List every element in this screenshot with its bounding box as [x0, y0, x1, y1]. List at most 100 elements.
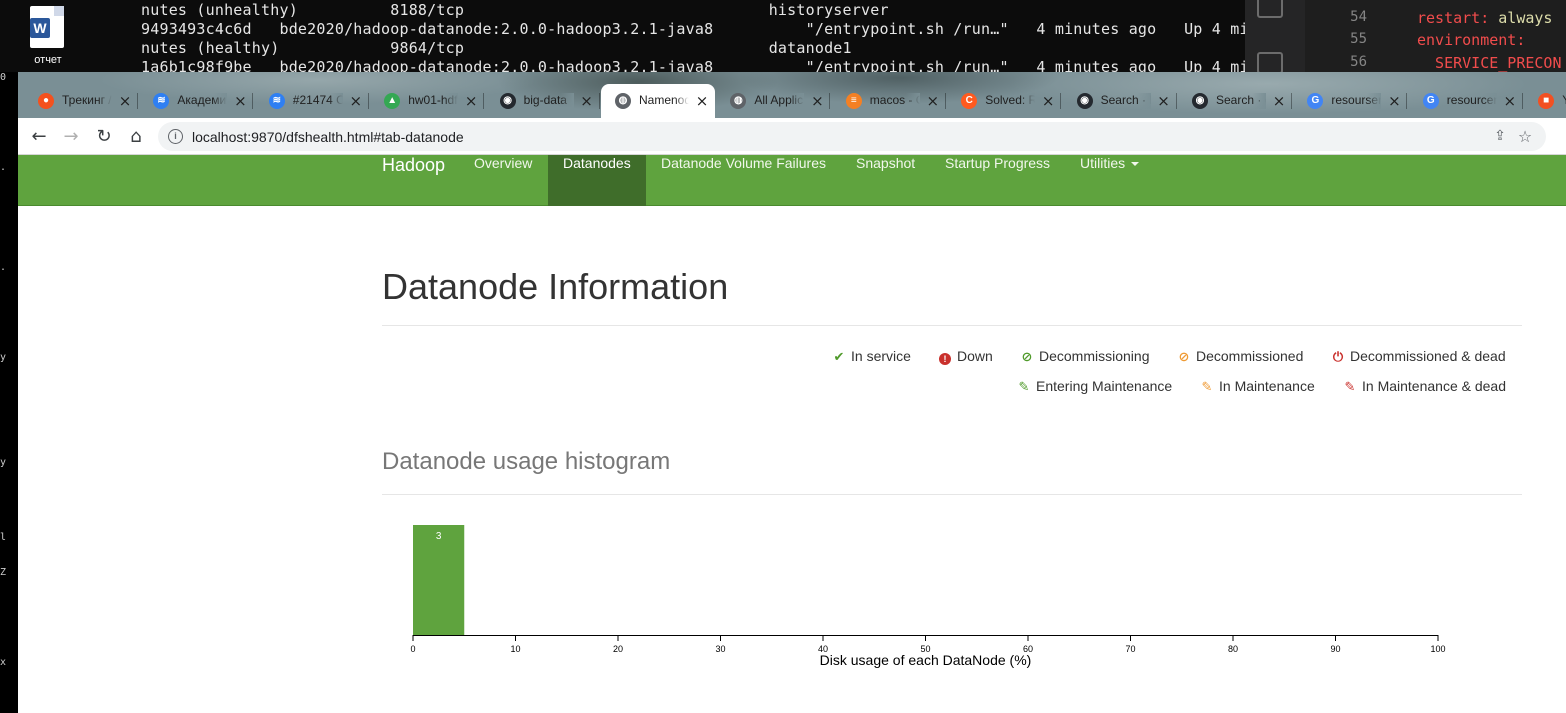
tab-title: Трекинг /: [62, 93, 112, 109]
url-text[interactable]: localhost:9870/dfshealth.html#tab-datano…: [192, 129, 464, 145]
browser-window: ● Трекинг / × ≋ Академия × ≋ #21474 С × ▲ hw01-hd…: [18, 72, 1566, 713]
close-tab-icon[interactable]: ×: [464, 93, 478, 109]
tab-title: macos - C: [869, 93, 920, 109]
code-line: restart: always: [1417, 9, 1552, 27]
caret-down-icon: [1131, 162, 1140, 167]
hadoop-navbar: Hadoop Overview Datanodes Datanode Volum…: [18, 155, 1566, 206]
close-tab-icon[interactable]: ×: [580, 93, 594, 109]
browser-tab[interactable]: Gresourcer ×: [1409, 84, 1523, 118]
x-tick-label: 70: [1125, 644, 1135, 654]
line-number: 56: [1350, 54, 1367, 70]
home-button[interactable]: ⌂: [123, 124, 149, 150]
bookmark-star-icon[interactable]: ☆: [1516, 127, 1534, 146]
browser-tab[interactable]: ≡ macos - C ×: [832, 84, 946, 118]
yaml-key: environment:: [1417, 31, 1526, 49]
legend-in-service: ✔ In service: [831, 348, 911, 366]
legend-entering-maintenance: ✎ Entering Maintenance: [1016, 378, 1173, 396]
close-tab-icon[interactable]: ×: [1157, 93, 1171, 109]
browser-tab[interactable]: ◉ Search · c ×: [1178, 84, 1292, 118]
github-favicon: ◉: [1192, 93, 1208, 109]
nav-snapshot[interactable]: Snapshot: [841, 155, 930, 206]
terminal-line: 9493493c4c6d bde2020/hadoop-datanode:2.0…: [141, 20, 1245, 38]
legend-in-maintenance: ✎ In Maintenance: [1199, 378, 1315, 396]
legend-decommissioning: ⊘ Decommissioning: [1019, 348, 1150, 366]
github-favicon: ◉: [499, 93, 516, 109]
terminal-window: nutes (unhealthy) 8188/tcp historyserver…: [130, 0, 1245, 72]
tab-strip: ● Трекинг / × ≋ Академия × ≋ #21474 С × ▲ hw01-hd…: [18, 72, 1566, 118]
desktop-strip-glyph: .: [0, 162, 7, 173]
browser-tab[interactable]: ≋ Академия ×: [139, 84, 254, 118]
microsoft-favicon: ■: [1538, 93, 1555, 109]
word-file-icon: W: [30, 6, 64, 48]
reload-button[interactable]: ↻: [91, 124, 117, 150]
yaml-key: SERVICE_PRECON: [1417, 54, 1562, 72]
remote-explorer-icon[interactable]: [1257, 52, 1283, 72]
address-bar[interactable]: i localhost:9870/dfshealth.html#tab-data…: [158, 122, 1546, 151]
wrench-icon: ✎: [1201, 380, 1213, 395]
share-icon[interactable]: ⇪: [1492, 128, 1508, 144]
legend-label: Decommissioning: [1039, 348, 1150, 364]
shortcut-label: отчет: [34, 54, 62, 66]
close-tab-icon[interactable]: ×: [1041, 93, 1055, 109]
browser-tab[interactable]: ■ Yo: [1524, 84, 1566, 118]
back-button[interactable]: ←: [26, 124, 52, 150]
legend-label: In service: [851, 348, 911, 364]
nav-startup-progress[interactable]: Startup Progress: [930, 155, 1065, 206]
browser-tab[interactable]: ◉ big-data ×: [486, 84, 600, 118]
tab-title: Академия: [177, 93, 228, 109]
hadoop-brand[interactable]: Hadoop: [382, 155, 445, 206]
nav-datanode-volume-failures[interactable]: Datanode Volume Failures: [646, 155, 841, 206]
browser-tab[interactable]: ▲ hw01-hdfs ×: [370, 84, 485, 118]
nav-datanodes[interactable]: Datanodes: [548, 155, 646, 206]
legend-label: In Maintenance: [1219, 378, 1315, 394]
desktop-strip-glyph: 0: [0, 72, 7, 83]
word-document-shortcut[interactable]: W отчет: [22, 4, 74, 70]
desktop-strip-glyph: .: [0, 262, 7, 273]
google-favicon: G: [1422, 93, 1439, 109]
ban-icon: ⊘: [1178, 350, 1190, 365]
close-tab-icon[interactable]: ×: [926, 93, 940, 109]
close-tab-icon[interactable]: ×: [1387, 93, 1401, 109]
tab-title: Solved: Re: [985, 93, 1036, 109]
browser-tab[interactable]: C Solved: Re ×: [947, 84, 1062, 118]
close-tab-icon[interactable]: ×: [118, 93, 132, 109]
terminal-line: nutes (unhealthy) 8188/tcp historyserver: [141, 1, 889, 19]
academy-favicon: ≋: [153, 93, 170, 109]
site-info-icon[interactable]: i: [168, 129, 183, 144]
tracker-favicon: ●: [38, 93, 54, 109]
code-line: SERVICE_PRECON: [1417, 54, 1562, 72]
close-tab-icon[interactable]: ×: [349, 93, 363, 109]
close-tab-icon[interactable]: ×: [810, 93, 824, 109]
desktop-strip-glyph: Z: [0, 567, 7, 578]
line-number: 55: [1350, 31, 1367, 47]
wrench-icon: ✎: [1018, 380, 1030, 395]
solved-favicon: C: [961, 93, 978, 109]
close-tab-icon[interactable]: ×: [1503, 93, 1517, 109]
terminal-line: 1a6b1c98f9be bde2020/hadoop-datanode:2.0…: [141, 58, 1245, 72]
tab-title: big-data: [524, 93, 574, 109]
browser-tab[interactable]: ● Трекинг / ×: [24, 84, 138, 118]
nav-utilities[interactable]: Utilities: [1065, 155, 1154, 206]
github-favicon: ◉: [1076, 93, 1093, 109]
tab-namenode-active[interactable]: ◍ Namenode ×: [601, 84, 715, 118]
page-title: Datanode Information: [382, 266, 729, 307]
wrench-icon: ✎: [1344, 380, 1356, 395]
bar-count-label: 3: [436, 531, 442, 542]
nav-overview[interactable]: Overview: [459, 155, 547, 206]
forward-button[interactable]: →: [58, 124, 84, 150]
histogram-heading: Datanode usage histogram: [382, 448, 671, 475]
browser-tab[interactable]: Gresourser ×: [1293, 84, 1408, 118]
extensions-icon[interactable]: [1257, 0, 1283, 18]
x-tick-label: 30: [715, 644, 725, 654]
browser-tab[interactable]: ◉ Search · H ×: [1063, 84, 1177, 118]
browser-tab[interactable]: ≋ #21474 С ×: [255, 84, 369, 118]
browser-tab[interactable]: ◍ All Applic ×: [716, 84, 831, 118]
close-tab-icon[interactable]: ×: [1272, 93, 1286, 109]
desktop-strip-glyph: y: [0, 352, 7, 363]
close-tab-icon[interactable]: ×: [695, 93, 709, 109]
desktop-strip-glyph: x: [0, 657, 7, 668]
x-axis-label: Disk usage of each DataNode (%): [820, 652, 1032, 668]
close-tab-icon[interactable]: ×: [233, 93, 247, 109]
legend-label: Decommissioned & dead: [1350, 348, 1506, 364]
legend-label: Down: [957, 348, 993, 364]
